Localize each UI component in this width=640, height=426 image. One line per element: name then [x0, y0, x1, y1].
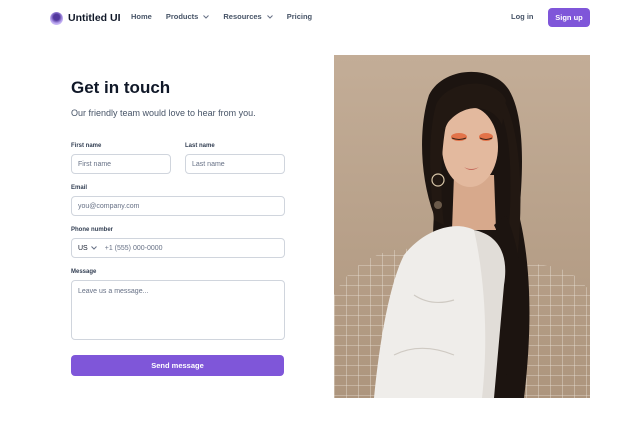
page-title: Get in touch	[71, 78, 171, 97]
country-select[interactable]: US	[78, 245, 97, 252]
nav-link-resources[interactable]: Resources	[223, 12, 273, 21]
phone-label: Phone number	[71, 227, 114, 233]
email-field[interactable]: you@company.com	[71, 196, 285, 216]
signup-button[interactable]: Sign up	[548, 8, 590, 27]
chevron-down-icon	[266, 14, 273, 19]
email-placeholder: you@company.com	[78, 202, 140, 210]
last-name-field[interactable]: Last name	[185, 154, 285, 174]
phone-placeholder: +1 (555) 000-0000	[104, 244, 163, 252]
top-nav: Untitled UI Home Products Resources Pric…	[0, 0, 640, 36]
nav-link-home[interactable]: Home	[131, 12, 152, 21]
send-message-button[interactable]: Send message	[71, 355, 284, 376]
nav-links: Home Products Resources Pricing	[131, 12, 312, 21]
brand-logo[interactable]: Untitled UI	[50, 10, 121, 26]
hero-photo	[334, 55, 590, 398]
nav-link-label: Resources	[223, 12, 262, 21]
nav-link-pricing[interactable]: Pricing	[287, 12, 312, 21]
message-label: Message	[71, 269, 97, 275]
first-name-field[interactable]: First name	[71, 154, 171, 174]
nav-link-label: Home	[131, 12, 152, 21]
nav-link-label: Products	[165, 12, 199, 21]
country-code: US	[78, 244, 88, 252]
brand-name: Untitled UI	[68, 12, 121, 24]
last-name-label: Last name	[185, 143, 215, 149]
portrait-illustration	[334, 55, 590, 398]
chevron-down-icon	[90, 246, 97, 250]
phone-field[interactable]: US +1 (555) 000-0000	[71, 238, 285, 258]
email-label: Email	[71, 185, 88, 191]
nav-link-label: Pricing	[286, 12, 313, 21]
last-name-placeholder: Last name	[192, 160, 225, 168]
nav-link-products[interactable]: Products	[166, 12, 210, 21]
first-name-placeholder: First name	[78, 160, 112, 168]
page-subtitle: Our friendly team would love to hear fro…	[71, 108, 256, 118]
message-textarea[interactable]: Leave us a message...	[71, 280, 285, 340]
logo-mark-icon	[50, 11, 63, 25]
message-placeholder: Leave us a message...	[78, 288, 149, 295]
first-name-label: First name	[71, 143, 102, 149]
chevron-down-icon	[203, 14, 210, 19]
login-link[interactable]: Log in	[511, 12, 534, 21]
